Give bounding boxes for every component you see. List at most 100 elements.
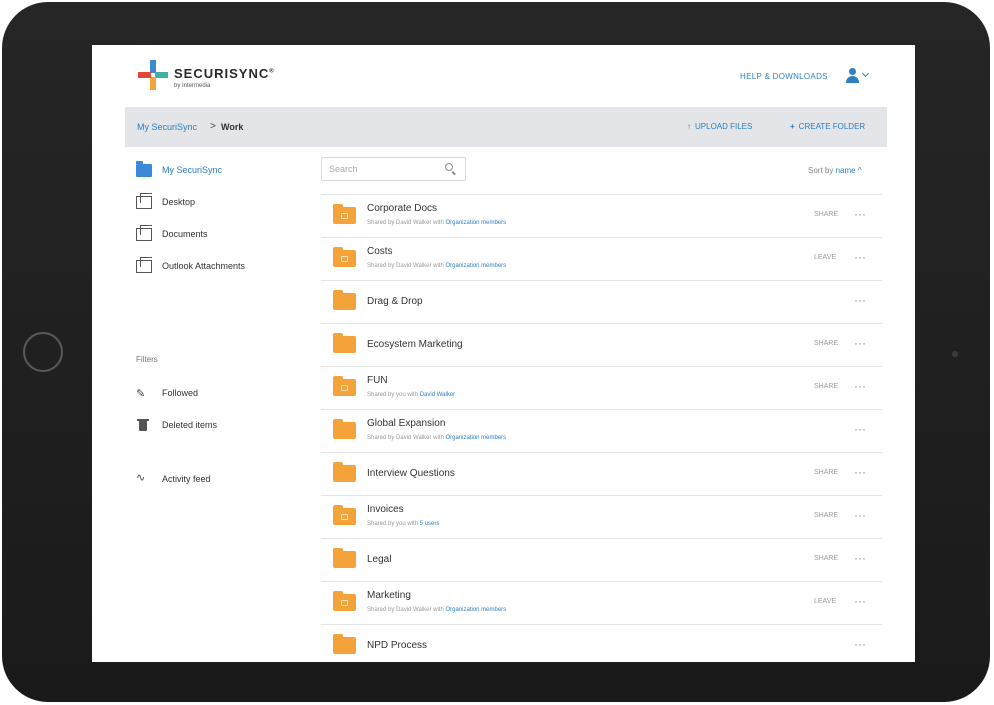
logo-subtitle: by Intermedia [174, 83, 211, 89]
folder-icon [333, 548, 356, 568]
table-row[interactable]: Costs Shared by David Walker with Organi… [321, 237, 882, 280]
share-button[interactable]: SHARE [814, 383, 838, 390]
folder-name[interactable]: Costs [367, 246, 393, 257]
folder-share-info: Shared by you with David Walker [367, 392, 456, 398]
logo-text: SECURISYNC® [174, 66, 275, 81]
filters-heading: Filters [136, 355, 158, 364]
folder-share-info: Shared by you with 5 users [367, 521, 440, 527]
sidebar-item-followed[interactable]: ✎ Followed [136, 385, 316, 403]
more-options-icon[interactable]: ··· [854, 508, 866, 522]
breadcrumb-root-link[interactable]: My SecuriSync [137, 122, 197, 132]
chevron-down-icon [861, 69, 870, 78]
more-options-icon[interactable]: ··· [854, 551, 866, 565]
share-button[interactable]: SHARE [814, 340, 838, 347]
folder-icon [333, 462, 356, 482]
folder-icon [333, 290, 356, 310]
share-button[interactable]: SHARE [814, 211, 838, 218]
more-options-icon[interactable]: ··· [854, 207, 866, 221]
more-options-icon[interactable]: ··· [854, 336, 866, 350]
more-options-icon[interactable]: ··· [854, 465, 866, 479]
table-row[interactable]: Ecosystem Marketing SHARE ··· [321, 323, 882, 366]
computer-icon [136, 193, 152, 209]
sidebar-item-activity-feed[interactable]: ∿ Activity feed [136, 471, 316, 489]
folder-name[interactable]: Drag & Drop [367, 296, 423, 307]
folder-name[interactable]: FUN [367, 375, 388, 386]
plus-icon: + [790, 122, 795, 131]
shared-folder-icon [333, 376, 356, 396]
breadcrumb-separator: > [210, 121, 216, 132]
sort-arrow-icon: ^ [857, 166, 862, 175]
help-downloads-link[interactable]: HELP & DOWNLOADS [740, 72, 828, 81]
folder-share-info: Shared by David Walker with Organization… [367, 263, 507, 269]
sidebar: My SecuriSync Desktop Documents Outlook … [136, 155, 316, 484]
folder-share-info: Shared by David Walker with Organization… [367, 607, 507, 613]
sidebar-item-desktop[interactable]: Desktop [136, 193, 316, 212]
share-button[interactable]: SHARE [814, 512, 838, 519]
pin-icon: ✎ [136, 388, 146, 400]
table-row[interactable]: Drag & Drop ··· [321, 280, 882, 323]
table-row[interactable]: Interview Questions SHARE ··· [321, 452, 882, 495]
shared-folder-icon [333, 505, 356, 525]
search-icon[interactable] [445, 163, 453, 171]
shared-folder-icon [333, 204, 356, 224]
leave-button[interactable]: LEAVE [814, 598, 836, 605]
trash-icon [137, 419, 149, 431]
table-row[interactable]: NPD Process ··· [321, 624, 882, 662]
leave-button[interactable]: LEAVE [814, 254, 836, 261]
folder-name[interactable]: NPD Process [367, 640, 427, 651]
securisync-logo[interactable]: SECURISYNC® by Intermedia [138, 60, 298, 94]
table-row[interactable]: Marketing Shared by David Walker with Or… [321, 581, 882, 624]
more-options-icon[interactable]: ··· [854, 422, 866, 436]
folder-icon [333, 419, 356, 439]
folder-icon [333, 634, 356, 654]
top-header: SECURISYNC® by Intermedia HELP & DOWNLOA… [92, 45, 915, 107]
folder-share-info: Shared by David Walker with Organization… [367, 220, 507, 226]
more-options-icon[interactable]: ··· [854, 594, 866, 608]
folder-name[interactable]: Global Expansion [367, 418, 445, 429]
documents-icon [136, 225, 152, 241]
user-menu[interactable] [846, 68, 876, 84]
folder-name[interactable]: Interview Questions [367, 468, 455, 479]
user-icon [849, 68, 856, 75]
app-screen: SECURISYNC® by Intermedia HELP & DOWNLOA… [92, 45, 915, 662]
shared-folder-icon [333, 247, 356, 267]
create-folder-button[interactable]: + CREATE FOLDER [790, 122, 865, 131]
home-button[interactable] [23, 332, 63, 372]
activity-icon: ∿ [136, 472, 146, 484]
folder-icon [136, 161, 152, 177]
folder-name[interactable]: Corporate Docs [367, 203, 437, 214]
folder-name[interactable]: Legal [367, 554, 391, 565]
upload-files-button[interactable]: ↑ UPLOAD FILES [687, 122, 752, 131]
table-row[interactable]: Invoices Shared by you with 5 users SHAR… [321, 495, 882, 538]
tablet-frame: SECURISYNC® by Intermedia HELP & DOWNLOA… [2, 2, 990, 702]
sidebar-item-documents[interactable]: Documents [136, 225, 316, 244]
shared-folder-icon [333, 591, 356, 611]
sort-value: name [835, 166, 856, 175]
attachments-icon [136, 257, 152, 273]
share-button[interactable]: SHARE [814, 469, 838, 476]
folder-icon [333, 333, 356, 353]
folder-name[interactable]: Invoices [367, 504, 404, 515]
folder-name[interactable]: Marketing [367, 590, 411, 601]
sidebar-item-outlook-attachments[interactable]: Outlook Attachments [136, 257, 316, 276]
more-options-icon[interactable]: ··· [854, 250, 866, 264]
search-input[interactable] [321, 157, 466, 181]
sort-control[interactable]: Sort by name ^ [808, 166, 862, 175]
table-row[interactable]: Corporate Docs Shared by David Walker wi… [321, 194, 882, 237]
table-row[interactable]: Legal SHARE ··· [321, 538, 882, 581]
sidebar-item-deleted-items[interactable]: Deleted items [136, 417, 316, 435]
camera-icon [952, 351, 958, 357]
table-row[interactable]: FUN Shared by you with David Walker SHAR… [321, 366, 882, 409]
folder-share-info: Shared by David Walker with Organization… [367, 435, 507, 441]
table-row[interactable]: Global Expansion Shared by David Walker … [321, 409, 882, 452]
more-options-icon[interactable]: ··· [854, 637, 866, 651]
more-options-icon[interactable]: ··· [854, 379, 866, 393]
upload-icon: ↑ [687, 122, 691, 131]
share-button[interactable]: SHARE [814, 555, 838, 562]
breadcrumb-current: Work [221, 122, 244, 132]
breadcrumb: My SecuriSync > Work ↑ UPLOAD FILES + CREA… [125, 107, 887, 147]
folder-name[interactable]: Ecosystem Marketing [367, 339, 463, 350]
sidebar-item-my-securisync[interactable]: My SecuriSync [136, 161, 316, 180]
logo-cross-icon [138, 60, 168, 90]
more-options-icon[interactable]: ··· [854, 293, 866, 307]
